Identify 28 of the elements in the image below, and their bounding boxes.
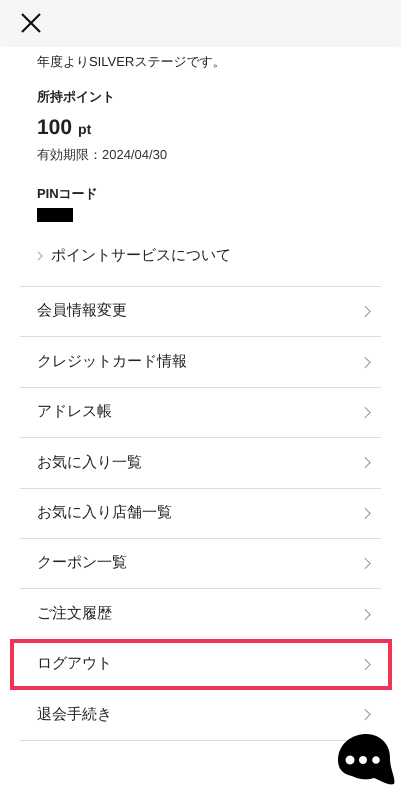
close-icon xyxy=(20,12,42,34)
point-service-link[interactable]: ポイントサービスについて xyxy=(37,246,364,266)
chevron-right-icon xyxy=(364,456,371,470)
points-value: 100 xyxy=(37,116,72,140)
points-unit: pt xyxy=(78,120,92,139)
chevron-right-icon xyxy=(364,608,371,621)
chevron-right-icon xyxy=(364,406,371,419)
menu-item[interactable]: 会員情報変更 xyxy=(20,287,381,336)
menu-item[interactable]: お気に入り一覧 xyxy=(20,438,381,488)
chevron-right-icon xyxy=(364,658,371,671)
stage-note: 年度よりSILVERステージです。 xyxy=(37,53,226,71)
menu-item[interactable]: 退会手続き xyxy=(20,690,381,740)
menu-item[interactable]: クレジットカード情報 xyxy=(20,337,381,387)
menu-item[interactable]: ログアウト xyxy=(20,640,381,690)
pin-label: PINコード xyxy=(37,185,99,203)
expiry-date: 有効期限：2024/04/30 xyxy=(37,146,168,164)
chevron-right-icon xyxy=(37,251,43,261)
chevron-right-icon xyxy=(364,356,371,369)
pin-redaction xyxy=(37,208,73,222)
chevron-right-icon xyxy=(364,557,371,570)
menu-item[interactable]: クーポン一覧 xyxy=(20,538,381,588)
chevron-right-icon xyxy=(364,708,371,722)
menu-item[interactable]: アドレス帳 xyxy=(20,388,381,438)
menu-item[interactable]: ご注文履歴 xyxy=(20,589,381,639)
chevron-right-icon xyxy=(364,305,371,318)
menu-item[interactable]: お気に入り店舗一覧 xyxy=(20,488,381,538)
chevron-right-icon xyxy=(364,506,371,520)
points-label: 所持ポイント xyxy=(37,88,116,106)
